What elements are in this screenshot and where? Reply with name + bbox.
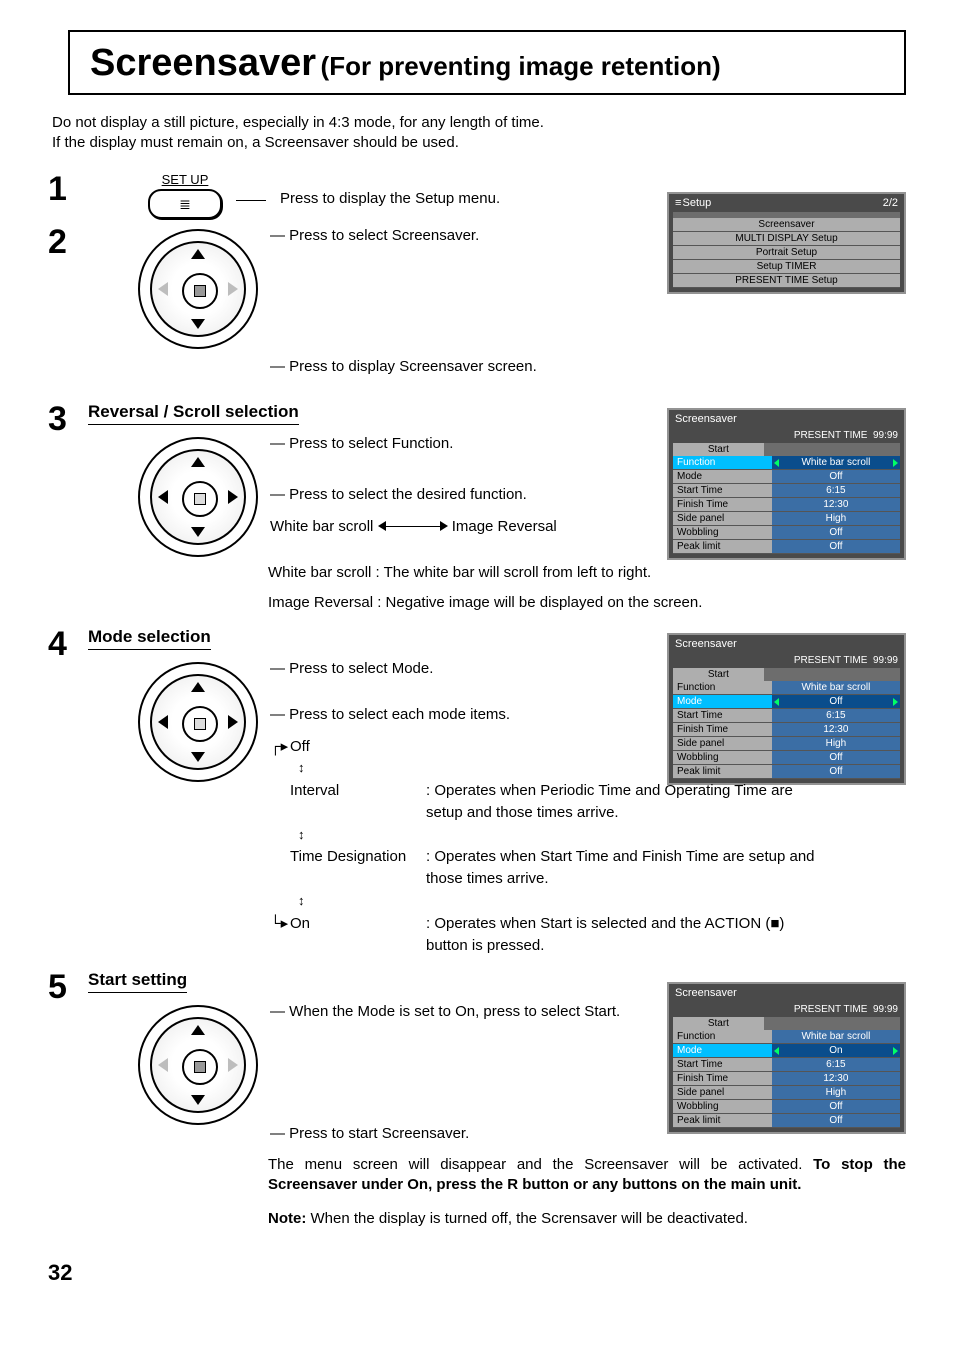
dpad-left-icon[interactable]	[158, 282, 168, 296]
osd-title: Screensaver	[669, 984, 904, 1002]
updown-arrow-icon: ↕	[298, 826, 305, 845]
updown-arrow-icon: ↕	[298, 892, 305, 911]
step3-expl1: White bar scroll : The white bar will sc…	[268, 563, 906, 583]
dpad-down-icon[interactable]	[191, 319, 205, 329]
dpad-left-icon[interactable]	[158, 490, 168, 504]
step5-line1: When the Mode is set to On, press to sel…	[289, 1003, 620, 1020]
title-sub: (For preventing image retention)	[321, 51, 721, 81]
intro-text: Do not display a still picture, especial…	[52, 113, 906, 154]
title-main: Screensaver	[90, 42, 316, 84]
left-right-arrow-icon	[378, 520, 448, 534]
dpad-down-icon[interactable]	[191, 752, 205, 762]
dpad-down-icon[interactable]	[191, 527, 205, 537]
dpad-up-icon[interactable]	[191, 1025, 205, 1035]
dpad-action-button[interactable]	[182, 706, 218, 742]
dpad-left-icon[interactable]	[158, 715, 168, 729]
page-title-box: Screensaver (For preventing image retent…	[68, 30, 906, 95]
step3-line1: Press to select Function.	[289, 435, 453, 452]
step-number: 1	[48, 172, 88, 206]
step2-text1: Press to select Screensaver.	[289, 227, 479, 244]
dpad-right-icon[interactable]	[228, 490, 238, 504]
action-icon	[194, 718, 206, 730]
desc-interval: : Operates when Periodic Time and Operat…	[426, 780, 830, 824]
dpad-right-icon[interactable]	[228, 282, 238, 296]
dpad-up-icon[interactable]	[191, 249, 205, 259]
step-number: 4	[48, 627, 88, 661]
note-text: When the display is turned off, the Scre…	[306, 1210, 748, 1227]
mode-off: Off	[290, 736, 420, 758]
dpad-control[interactable]	[138, 229, 258, 349]
action-icon	[194, 1061, 206, 1073]
mode-interval: Interval	[290, 780, 420, 802]
dpad-right-icon[interactable]	[228, 1058, 238, 1072]
setup-button[interactable]: SET UP ≣	[148, 172, 222, 219]
step4-line1: Press to select Mode.	[289, 660, 433, 677]
step5-heading: Start setting	[88, 970, 187, 993]
step4-line2: Press to select each mode items.	[289, 706, 510, 723]
action-icon	[194, 493, 206, 505]
step3-heading: Reversal / Scroll selection	[88, 402, 299, 425]
dpad-left-icon[interactable]	[158, 1058, 168, 1072]
desc-on: : Operates when Start is selected and th…	[426, 913, 830, 957]
menu-list-icon: ≣	[179, 197, 191, 211]
step1-text: Press to display the Setup menu.	[280, 190, 500, 207]
step3-line2: Press to select the desired function.	[289, 486, 527, 503]
mode-on: On	[290, 913, 420, 935]
desc-time: : Operates when Start Time and Finish Ti…	[426, 846, 830, 890]
dpad-down-icon[interactable]	[191, 1095, 205, 1105]
page-number: 32	[48, 1260, 906, 1286]
dpad-action-button[interactable]	[182, 273, 218, 309]
dpad-up-icon[interactable]	[191, 682, 205, 692]
step3-expl2: Image Reversal : Negative image will be …	[268, 593, 906, 613]
note-label: Note:	[268, 1210, 306, 1227]
osd-title: Screensaver	[669, 410, 904, 428]
step3-opt-left: White bar scroll	[270, 518, 373, 535]
step-number: 3	[48, 402, 88, 436]
dpad-control[interactable]	[138, 1005, 258, 1125]
step3-opt-right: Image Reversal	[452, 518, 557, 535]
step5-body: The menu screen will disappear and the S…	[268, 1156, 813, 1173]
dpad-right-icon[interactable]	[228, 715, 238, 729]
step2-text2: Press to display Screensaver screen.	[289, 358, 537, 375]
dpad-control[interactable]	[138, 662, 258, 782]
step4-heading: Mode selection	[88, 627, 211, 650]
mode-timedesig: Time Designation	[290, 846, 420, 868]
dpad-action-button[interactable]	[182, 481, 218, 517]
action-icon	[194, 285, 206, 297]
dpad-up-icon[interactable]	[191, 457, 205, 467]
step-number: 2	[48, 225, 88, 259]
osd-title: Screensaver	[669, 635, 904, 653]
step-number: 5	[48, 970, 88, 1004]
updown-arrow-icon: ↕	[298, 759, 305, 778]
setup-button-label: SET UP	[162, 172, 209, 187]
dpad-control[interactable]	[138, 437, 258, 557]
step5-line2: Press to start Screensaver.	[289, 1125, 469, 1142]
